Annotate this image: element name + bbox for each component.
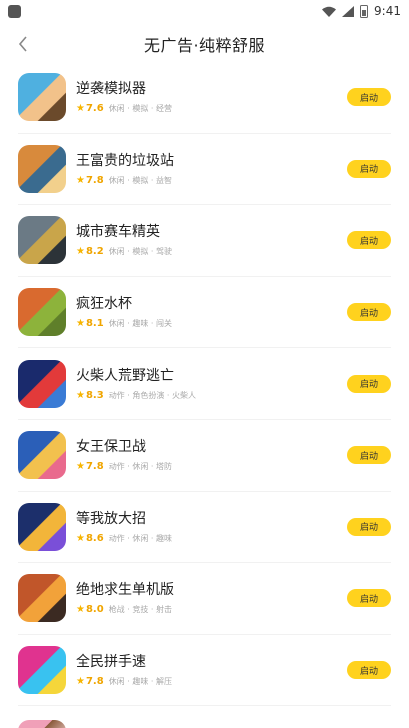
game-name: 疯狂水杯	[76, 296, 132, 313]
star-icon: ★	[76, 103, 85, 115]
game-info: 绝地求生单机版 ★ 8.0 枪战 · 竞技 · 射击	[76, 581, 347, 615]
star-icon: ★	[76, 318, 85, 330]
game-rating: 7.8	[85, 174, 104, 186]
game-row[interactable]: 火柴人荒野逃亡 ★ 8.3 动作 · 角色扮演 · 火柴人 启动	[18, 348, 391, 420]
game-row[interactable]: 疯狂水杯 ★ 8.1 休闲 · 趣味 · 闯关 启动	[18, 277, 391, 349]
game-tags: 休闲 · 模拟 · 益智	[108, 175, 172, 185]
game-name: 等我放大招	[76, 510, 146, 527]
battery-icon	[360, 4, 369, 18]
start-button[interactable]: 启动	[347, 88, 391, 107]
game-icon[interactable]	[18, 502, 66, 551]
page-title: 无广告·纯粹舒服	[143, 36, 266, 55]
game-icon[interactable]	[18, 574, 66, 623]
game-icon[interactable]	[18, 144, 66, 193]
game-meta: ★ 8.3 动作 · 角色扮演 · 火柴人	[76, 390, 347, 401]
game-name: 城市赛车精英	[76, 224, 160, 241]
start-button[interactable]: 启动	[347, 159, 391, 178]
game-rating: 7.8	[85, 676, 104, 688]
game-tags: 动作 · 休闲 · 塔防	[108, 462, 172, 472]
game-tags: 休闲 · 模拟 · 驾驶	[108, 247, 172, 257]
game-rating: 7.8	[85, 461, 104, 473]
game-meta: ★ 7.8 动作 · 休闲 · 塔防	[76, 461, 347, 472]
game-row[interactable]: 全民拼手速 ★ 7.8 休闲 · 趣味 · 解压 启动	[18, 635, 391, 707]
game-info: 逆袭模拟器 ★ 7.6 休闲 · 模拟 · 经营	[76, 80, 347, 114]
start-button[interactable]: 启动	[347, 374, 391, 393]
game-row[interactable]: 逆袭模拟器 ★ 7.6 休闲 · 模拟 · 经营 启动	[18, 62, 391, 134]
start-button[interactable]: 启动	[347, 517, 391, 536]
game-icon[interactable]	[18, 720, 66, 728]
game-info: 火柴人荒野逃亡 ★ 8.3 动作 · 角色扮演 · 火柴人	[76, 367, 347, 401]
game-info: 全民拼手速 ★ 7.8 休闲 · 趣味 · 解压	[76, 653, 347, 687]
game-name: 绝地求生单机版	[76, 582, 174, 599]
game-tags: 休闲 · 趣味 · 闯关	[108, 319, 172, 329]
back-button[interactable]	[12, 32, 34, 56]
game-icon[interactable]	[18, 359, 66, 408]
game-rating: 8.0	[85, 604, 104, 616]
game-tags: 休闲 · 趣味 · 解压	[108, 677, 172, 687]
start-button[interactable]: 启动	[347, 661, 391, 680]
star-icon: ★	[76, 174, 85, 186]
game-meta: ★ 8.1 休闲 · 趣味 · 闯关	[76, 318, 347, 329]
game-icon[interactable]	[18, 288, 66, 337]
game-meta: ★ 7.8 休闲 · 趣味 · 解压	[76, 676, 347, 687]
header: 无广告·纯粹舒服	[0, 22, 409, 66]
game-row[interactable]: 绝地求生单机版 ★ 8.0 枪战 · 竞技 · 射击 启动	[18, 563, 391, 635]
game-icon[interactable]	[18, 73, 66, 122]
status-bar: 9:41	[0, 0, 409, 22]
game-icon[interactable]	[18, 431, 66, 480]
notification-icon	[8, 4, 21, 18]
game-meta: ★ 8.2 休闲 · 模拟 · 驾驶	[76, 246, 347, 257]
star-icon: ★	[76, 532, 85, 544]
game-icon[interactable]	[18, 216, 66, 265]
start-button[interactable]: 启动	[347, 303, 391, 322]
game-rating: 7.6	[85, 103, 104, 115]
game-row[interactable]: 城市赛车精英 ★ 8.2 休闲 · 模拟 · 驾驶 启动	[18, 205, 391, 277]
game-info: 女王保卫战 ★ 7.8 动作 · 休闲 · 塔防	[76, 438, 347, 472]
star-icon: ★	[76, 604, 85, 616]
game-rating: 8.1	[85, 318, 104, 330]
start-button[interactable]: 启动	[347, 231, 391, 250]
game-icon[interactable]	[18, 646, 66, 695]
game-meta: ★ 8.0 枪战 · 竞技 · 射击	[76, 604, 347, 615]
game-tags: 休闲 · 模拟 · 经营	[108, 104, 172, 114]
game-row[interactable]: 王富贵的垃圾站 ★ 7.8 休闲 · 模拟 · 益智 启动	[18, 134, 391, 206]
game-tags: 动作 · 角色扮演 · 火柴人	[108, 390, 196, 400]
chevron-left-icon	[18, 36, 27, 52]
game-name: 全民拼手速	[76, 654, 146, 671]
star-icon: ★	[76, 461, 85, 473]
game-name: 逆袭模拟器	[76, 81, 146, 98]
start-button[interactable]: 启动	[347, 446, 391, 465]
start-button[interactable]: 启动	[347, 589, 391, 608]
star-icon: ★	[76, 389, 85, 401]
game-meta: ★ 7.8 休闲 · 模拟 · 益智	[76, 175, 347, 186]
game-row[interactable]: 女王保卫战 ★ 7.8 动作 · 休闲 · 塔防 启动	[18, 420, 391, 492]
game-info: 王富贵的垃圾站 ★ 7.8 休闲 · 模拟 · 益智	[76, 152, 347, 186]
wifi-icon	[322, 6, 337, 17]
game-row-partial[interactable]	[18, 706, 391, 728]
game-name: 王富贵的垃圾站	[76, 152, 174, 169]
game-list: 逆袭模拟器 ★ 7.6 休闲 · 模拟 · 经营 启动 王富贵的垃圾站 ★ 7.…	[0, 62, 409, 728]
signal-icon	[342, 5, 355, 17]
game-rating: 8.3	[85, 389, 104, 401]
status-time: 9:41	[374, 4, 401, 18]
star-icon: ★	[76, 246, 85, 258]
game-meta: ★ 8.6 动作 · 休闲 · 趣味	[76, 533, 347, 544]
game-name: 火柴人荒野逃亡	[76, 367, 174, 384]
game-rating: 8.6	[85, 532, 104, 544]
game-row[interactable]: 等我放大招 ★ 8.6 动作 · 休闲 · 趣味 启动	[18, 492, 391, 564]
game-info: 城市赛车精英 ★ 8.2 休闲 · 模拟 · 驾驶	[76, 223, 347, 257]
game-meta: ★ 7.6 休闲 · 模拟 · 经营	[76, 103, 347, 114]
game-tags: 枪战 · 竞技 · 射击	[108, 605, 172, 615]
game-rating: 8.2	[85, 246, 104, 258]
game-info: 疯狂水杯 ★ 8.1 休闲 · 趣味 · 闯关	[76, 295, 347, 329]
game-tags: 动作 · 休闲 · 趣味	[108, 533, 172, 543]
star-icon: ★	[76, 676, 85, 688]
status-indicators: 9:41	[322, 4, 401, 18]
game-name: 女王保卫战	[76, 439, 146, 456]
game-info: 等我放大招 ★ 8.6 动作 · 休闲 · 趣味	[76, 510, 347, 544]
